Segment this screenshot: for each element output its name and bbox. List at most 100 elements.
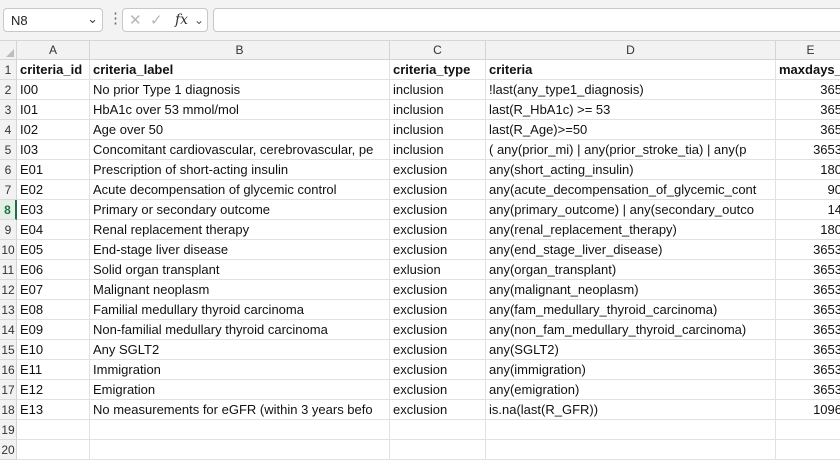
table-cell[interactable]: HbA1c over 53 mmol/mol: [90, 100, 390, 120]
table-cell[interactable]: 3653: [776, 360, 840, 380]
table-cell[interactable]: 3653: [776, 140, 840, 160]
confirm-icon[interactable]: ✓: [150, 11, 163, 29]
table-cell[interactable]: 1096: [776, 400, 840, 420]
table-cell[interactable]: 3653: [776, 320, 840, 340]
table-cell[interactable]: 180: [776, 220, 840, 240]
table-cell[interactable]: is.na(last(R_GFR)): [486, 400, 776, 420]
table-cell[interactable]: last(R_HbA1c) >= 53: [486, 100, 776, 120]
table-cell[interactable]: No prior Type 1 diagnosis: [90, 80, 390, 100]
table-cell[interactable]: [17, 420, 90, 440]
table-cell[interactable]: any(emigration): [486, 380, 776, 400]
table-cell[interactable]: exlusion: [390, 260, 486, 280]
header-cell[interactable]: criteria_id: [17, 60, 90, 80]
table-cell[interactable]: any(SGLT2): [486, 340, 776, 360]
table-cell[interactable]: any(renal_replacement_therapy): [486, 220, 776, 240]
formula-input[interactable]: [213, 8, 840, 32]
table-cell[interactable]: exclusion: [390, 320, 486, 340]
table-cell[interactable]: [390, 440, 486, 460]
header-cell[interactable]: criteria_type: [390, 60, 486, 80]
table-cell[interactable]: Renal replacement therapy: [90, 220, 390, 240]
table-cell[interactable]: 3653: [776, 280, 840, 300]
row-header[interactable]: 16: [0, 360, 17, 380]
chevron-down-icon[interactable]: ⌄: [194, 13, 204, 27]
table-cell[interactable]: [776, 420, 840, 440]
name-box[interactable]: N8 ⌄: [3, 8, 103, 32]
row-header[interactable]: 15: [0, 340, 17, 360]
table-cell[interactable]: Age over 50: [90, 120, 390, 140]
table-cell[interactable]: E07: [17, 280, 90, 300]
table-cell[interactable]: inclusion: [390, 100, 486, 120]
table-cell[interactable]: !last(any_type1_diagnosis): [486, 80, 776, 100]
table-cell[interactable]: 3653: [776, 380, 840, 400]
table-cell[interactable]: 90: [776, 180, 840, 200]
table-cell[interactable]: I01: [17, 100, 90, 120]
row-header[interactable]: 6: [0, 160, 17, 180]
table-cell[interactable]: any(acute_decompensation_of_glycemic_con…: [486, 180, 776, 200]
row-header[interactable]: 10: [0, 240, 17, 260]
row-header[interactable]: 19: [0, 420, 17, 440]
table-cell[interactable]: any(non_fam_medullary_thyroid_carcinoma): [486, 320, 776, 340]
more-options-icon[interactable]: ⋮: [108, 9, 123, 27]
table-cell[interactable]: No measurements for eGFR (within 3 years…: [90, 400, 390, 420]
table-cell[interactable]: any(malignant_neoplasm): [486, 280, 776, 300]
table-cell[interactable]: E05: [17, 240, 90, 260]
table-cell[interactable]: any(end_stage_liver_disease): [486, 240, 776, 260]
header-cell[interactable]: criteria: [486, 60, 776, 80]
table-cell[interactable]: Any SGLT2: [90, 340, 390, 360]
table-cell[interactable]: [90, 420, 390, 440]
table-cell[interactable]: [776, 440, 840, 460]
table-cell[interactable]: I03: [17, 140, 90, 160]
table-cell[interactable]: Emigration: [90, 380, 390, 400]
insert-function-icon[interactable]: fx: [175, 12, 188, 28]
row-header[interactable]: 13: [0, 300, 17, 320]
row-header[interactable]: 9: [0, 220, 17, 240]
table-cell[interactable]: E02: [17, 180, 90, 200]
row-header[interactable]: 18: [0, 400, 17, 420]
table-cell[interactable]: 3653: [776, 240, 840, 260]
table-cell[interactable]: exclusion: [390, 160, 486, 180]
table-cell[interactable]: Malignant neoplasm: [90, 280, 390, 300]
table-cell[interactable]: 365: [776, 100, 840, 120]
table-cell[interactable]: any(primary_outcome) | any(secondary_out…: [486, 200, 776, 220]
table-cell[interactable]: Acute decompensation of glycemic control: [90, 180, 390, 200]
table-cell[interactable]: Concomitant cardiovascular, cerebrovascu…: [90, 140, 390, 160]
row-header[interactable]: 11: [0, 260, 17, 280]
table-cell[interactable]: exclusion: [390, 340, 486, 360]
table-cell[interactable]: exclusion: [390, 380, 486, 400]
column-header-a[interactable]: A: [17, 41, 90, 60]
table-cell[interactable]: End-stage liver disease: [90, 240, 390, 260]
row-header[interactable]: 7: [0, 180, 17, 200]
table-cell[interactable]: E13: [17, 400, 90, 420]
table-cell[interactable]: Solid organ transplant: [90, 260, 390, 280]
table-cell[interactable]: exclusion: [390, 180, 486, 200]
table-cell[interactable]: I02: [17, 120, 90, 140]
row-header[interactable]: 4: [0, 120, 17, 140]
table-cell[interactable]: E08: [17, 300, 90, 320]
cancel-icon[interactable]: ✕: [129, 11, 142, 29]
column-header-b[interactable]: B: [90, 41, 390, 60]
table-cell[interactable]: [17, 440, 90, 460]
table-cell[interactable]: last(R_Age)>=50: [486, 120, 776, 140]
table-cell[interactable]: inclusion: [390, 80, 486, 100]
chevron-down-icon[interactable]: ⌄: [87, 11, 98, 27]
table-cell[interactable]: 14: [776, 200, 840, 220]
table-cell[interactable]: [486, 440, 776, 460]
row-header[interactable]: 2: [0, 80, 17, 100]
table-cell[interactable]: Prescription of short-acting insulin: [90, 160, 390, 180]
row-header[interactable]: 5: [0, 140, 17, 160]
table-cell[interactable]: any(organ_transplant): [486, 260, 776, 280]
column-header-e[interactable]: E: [776, 41, 840, 60]
column-header-d[interactable]: D: [486, 41, 776, 60]
table-cell[interactable]: 180: [776, 160, 840, 180]
header-cell[interactable]: maxdays_: [776, 60, 840, 80]
table-cell[interactable]: exclusion: [390, 300, 486, 320]
table-cell[interactable]: exclusion: [390, 200, 486, 220]
table-cell[interactable]: 3653: [776, 300, 840, 320]
table-cell[interactable]: exclusion: [390, 360, 486, 380]
table-cell[interactable]: 3653: [776, 260, 840, 280]
table-cell[interactable]: E12: [17, 380, 90, 400]
table-cell[interactable]: Primary or secondary outcome: [90, 200, 390, 220]
table-cell[interactable]: inclusion: [390, 120, 486, 140]
table-cell[interactable]: E03: [17, 200, 90, 220]
table-cell[interactable]: exclusion: [390, 240, 486, 260]
